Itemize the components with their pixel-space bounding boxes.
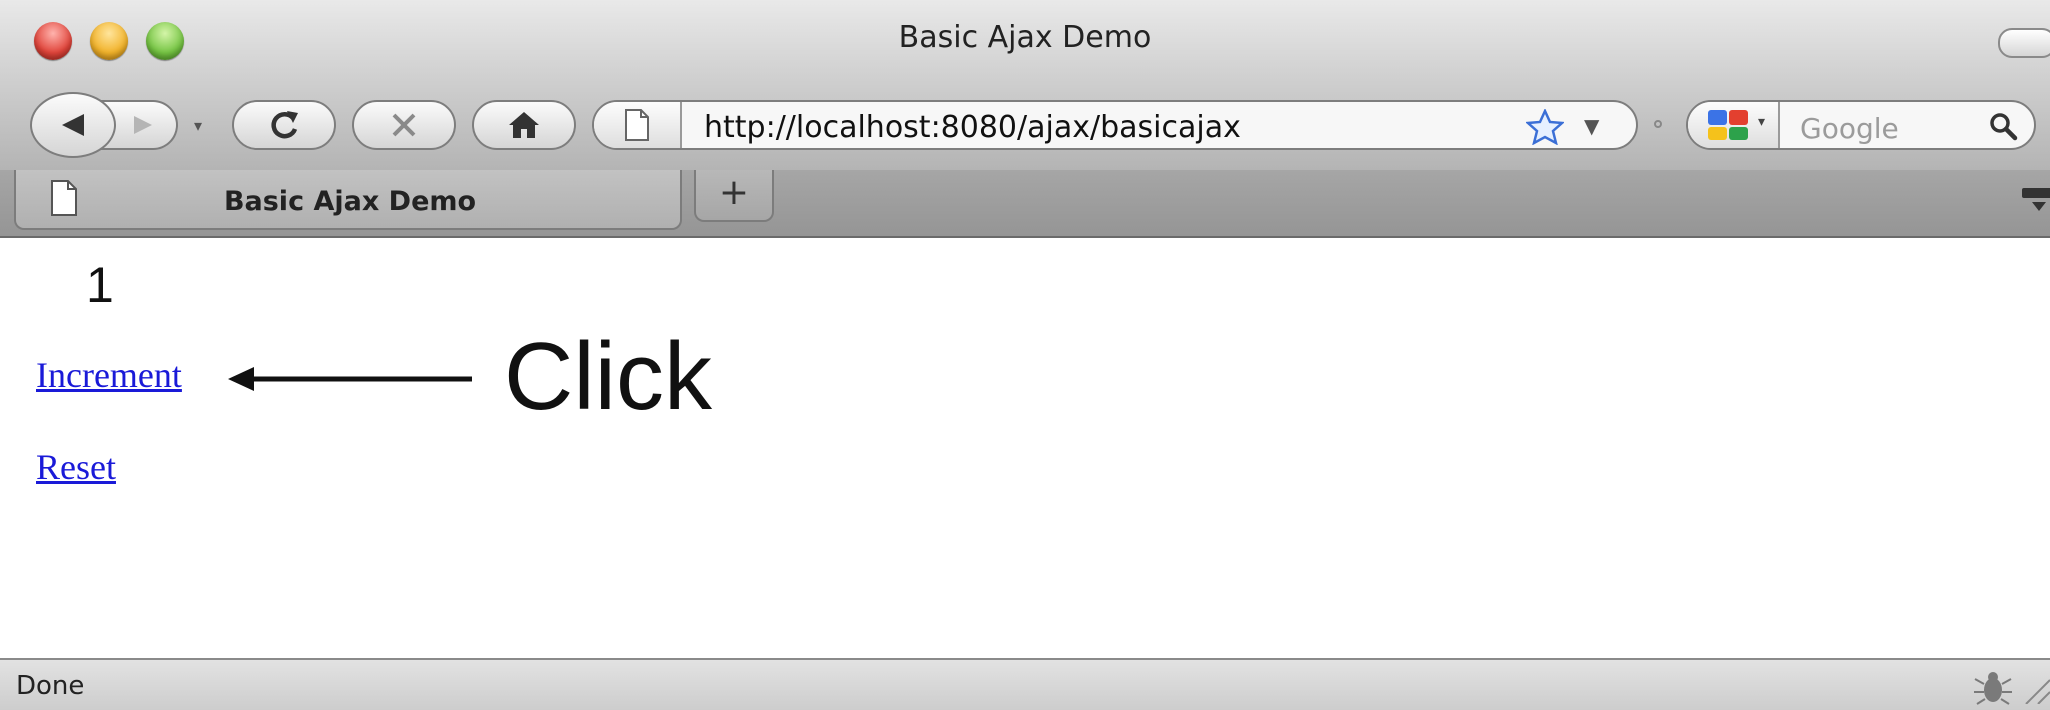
navigation-toolbar: ▾ http://localhost:8080/ajax/basicajax ▼… — [0, 80, 2050, 170]
tab-title: Basic Ajax Demo — [223, 186, 477, 217]
bookmark-star-icon[interactable] — [1526, 109, 1564, 145]
search-input[interactable]: Google — [1800, 112, 1899, 145]
search-engine-button[interactable]: ▾ — [1688, 102, 1780, 148]
status-text: Done — [16, 671, 85, 701]
reload-button[interactable] — [232, 100, 336, 150]
reload-icon — [271, 111, 298, 139]
url-bar[interactable]: http://localhost:8080/ajax/basicajax ▼ — [592, 100, 1638, 150]
google-logo-icon — [1708, 110, 1748, 140]
toolbar-toggle-button[interactable] — [1998, 28, 2050, 58]
tab-bar: Basic Ajax Demo + — [0, 170, 2050, 238]
back-arrow-icon — [62, 114, 84, 136]
browser-window: Basic Ajax Demo ▾ http://localhost:8080/… — [0, 0, 2050, 710]
search-icon[interactable] — [1988, 111, 2018, 141]
home-icon — [509, 112, 539, 138]
history-dropdown-button[interactable]: ▾ — [194, 116, 202, 135]
status-bar: Done — [0, 658, 2050, 710]
tab-basic-ajax-demo[interactable]: Basic Ajax Demo — [14, 170, 682, 230]
firebug-icon[interactable] — [1972, 666, 2014, 706]
page-content: 1 Increment Reset Click — [0, 238, 2050, 658]
search-engine-dropdown-icon: ▾ — [1758, 114, 1766, 130]
search-box[interactable]: ▾ Google — [1686, 100, 2036, 150]
click-annotation: Click — [504, 323, 712, 430]
left-arrow-icon — [228, 367, 472, 391]
page-icon — [625, 109, 649, 141]
toolbar-separator — [1654, 120, 1662, 128]
counter-value: 1 — [86, 257, 114, 313]
stop-icon — [392, 113, 416, 137]
url-history-dropdown-icon[interactable]: ▼ — [1584, 114, 1599, 138]
tab-list-icon[interactable] — [2020, 184, 2050, 214]
reset-link[interactable]: Reset — [36, 446, 116, 488]
home-button[interactable] — [472, 100, 576, 150]
window-title: Basic Ajax Demo — [898, 20, 1152, 55]
increment-link[interactable]: Increment — [36, 354, 182, 396]
resize-grip-icon[interactable] — [2020, 674, 2050, 704]
title-bar: Basic Ajax Demo — [0, 0, 2050, 80]
site-identity-button[interactable] — [594, 102, 682, 148]
url-text[interactable]: http://localhost:8080/ajax/basicajax — [704, 110, 1241, 145]
stop-button[interactable] — [352, 100, 456, 150]
forward-arrow-icon — [134, 116, 153, 134]
new-tab-button[interactable]: + — [694, 170, 774, 222]
back-button[interactable] — [30, 92, 116, 158]
